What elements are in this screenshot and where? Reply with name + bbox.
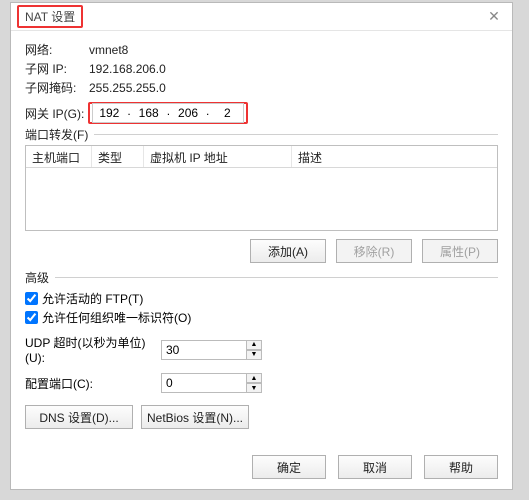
network-label: 网络: bbox=[25, 41, 89, 58]
network-value: vmnet8 bbox=[89, 43, 128, 57]
gateway-row: 网关 IP(G): . . . bbox=[25, 102, 498, 124]
help-button[interactable]: 帮助 bbox=[424, 455, 498, 479]
chevron-down-icon: ▼ bbox=[251, 385, 258, 392]
gateway-ip-field: . . . bbox=[88, 102, 248, 124]
subnet-ip-label: 子网 IP: bbox=[25, 60, 89, 77]
gateway-oct4-input[interactable] bbox=[211, 104, 243, 122]
close-icon: ✕ bbox=[488, 8, 500, 24]
udp-timeout-row: UDP 超时(以秒为单位)(U): ▲ ▼ bbox=[25, 334, 498, 365]
dialog-title: NAT 设置 bbox=[17, 5, 83, 28]
subnet-mask-value: 255.255.255.0 bbox=[89, 81, 166, 95]
dns-settings-button[interactable]: DNS 设置(D)... bbox=[25, 405, 133, 429]
properties-button: 属性(P) bbox=[422, 239, 498, 263]
chevron-down-icon: ▼ bbox=[251, 351, 258, 358]
dialog-footer: 确定 取消 帮助 bbox=[252, 455, 498, 479]
chevron-up-icon: ▲ bbox=[251, 341, 258, 348]
cfg-spin-down-button[interactable]: ▼ bbox=[246, 383, 262, 393]
dialog-content: 网络: vmnet8 子网 IP: 192.168.206.0 子网掩码: 25… bbox=[11, 31, 512, 429]
udp-spin-up-button[interactable]: ▲ bbox=[246, 340, 262, 350]
udp-timeout-label: UDP 超时(以秒为单位)(U): bbox=[25, 334, 161, 365]
udp-spin-down-button[interactable]: ▼ bbox=[246, 350, 262, 360]
network-row: 网络: vmnet8 bbox=[25, 41, 498, 58]
advanced-buttons: DNS 设置(D)... NetBios 设置(N)... bbox=[25, 405, 498, 429]
nat-settings-dialog: NAT 设置 ✕ 网络: vmnet8 子网 IP: 192.168.206.0… bbox=[10, 2, 513, 490]
config-port-input[interactable] bbox=[161, 373, 247, 393]
table-body[interactable] bbox=[26, 168, 497, 230]
config-port-spinner: ▲ ▼ bbox=[161, 373, 262, 393]
add-button[interactable]: 添加(A) bbox=[250, 239, 326, 263]
config-port-row: 配置端口(C): ▲ ▼ bbox=[25, 373, 498, 393]
col-desc[interactable]: 描述 bbox=[292, 146, 497, 167]
cancel-button[interactable]: 取消 bbox=[338, 455, 412, 479]
close-button[interactable]: ✕ bbox=[484, 7, 504, 27]
table-header: 主机端口 类型 虚拟机 IP 地址 描述 bbox=[26, 146, 497, 168]
netbios-settings-button[interactable]: NetBios 设置(N)... bbox=[141, 405, 249, 429]
advanced-group: 高级 允许活动的 FTP(T) 允许任何组织唯一标识符(O) UDP 超时(以秒… bbox=[25, 277, 498, 429]
cfg-spin-up-button[interactable]: ▲ bbox=[246, 373, 262, 383]
ftp-checkbox-row[interactable]: 允许活动的 FTP(T) bbox=[25, 290, 498, 307]
ip-dot-icon: . bbox=[165, 104, 172, 122]
ok-button[interactable]: 确定 bbox=[252, 455, 326, 479]
udp-timeout-spinner: ▲ ▼ bbox=[161, 340, 262, 360]
subnet-mask-label: 子网掩码: bbox=[25, 79, 89, 96]
oui-checkbox[interactable] bbox=[25, 311, 38, 324]
subnet-mask-row: 子网掩码: 255.255.255.0 bbox=[25, 79, 498, 96]
subnet-ip-row: 子网 IP: 192.168.206.0 bbox=[25, 60, 498, 77]
oui-checkbox-label: 允许任何组织唯一标识符(O) bbox=[42, 309, 191, 326]
port-forward-buttons: 添加(A) 移除(R) 属性(P) bbox=[25, 239, 498, 263]
ftp-checkbox-label: 允许活动的 FTP(T) bbox=[42, 290, 143, 307]
port-forward-legend: 端口转发(F) bbox=[25, 126, 94, 143]
ftp-checkbox[interactable] bbox=[25, 292, 38, 305]
oui-checkbox-row[interactable]: 允许任何组织唯一标识符(O) bbox=[25, 309, 498, 326]
subnet-ip-value: 192.168.206.0 bbox=[89, 62, 166, 76]
col-type[interactable]: 类型 bbox=[92, 146, 144, 167]
gateway-oct1-input[interactable] bbox=[93, 104, 125, 122]
ip-dot-icon: . bbox=[204, 104, 211, 122]
udp-timeout-input[interactable] bbox=[161, 340, 247, 360]
gateway-oct3-input[interactable] bbox=[172, 104, 204, 122]
col-host-port[interactable]: 主机端口 bbox=[26, 146, 92, 167]
col-vm-ip[interactable]: 虚拟机 IP 地址 bbox=[144, 146, 292, 167]
gateway-oct2-input[interactable] bbox=[133, 104, 165, 122]
config-port-label: 配置端口(C): bbox=[25, 375, 161, 392]
ip-dot-icon: . bbox=[125, 104, 132, 122]
remove-button: 移除(R) bbox=[336, 239, 412, 263]
advanced-legend: 高级 bbox=[25, 269, 55, 286]
titlebar: NAT 设置 ✕ bbox=[11, 3, 512, 31]
port-forward-group: 端口转发(F) 主机端口 类型 虚拟机 IP 地址 描述 添加(A) 移除(R)… bbox=[25, 134, 498, 263]
gateway-label: 网关 IP(G): bbox=[25, 105, 84, 122]
port-forward-table[interactable]: 主机端口 类型 虚拟机 IP 地址 描述 bbox=[25, 145, 498, 231]
chevron-up-icon: ▲ bbox=[251, 375, 258, 382]
